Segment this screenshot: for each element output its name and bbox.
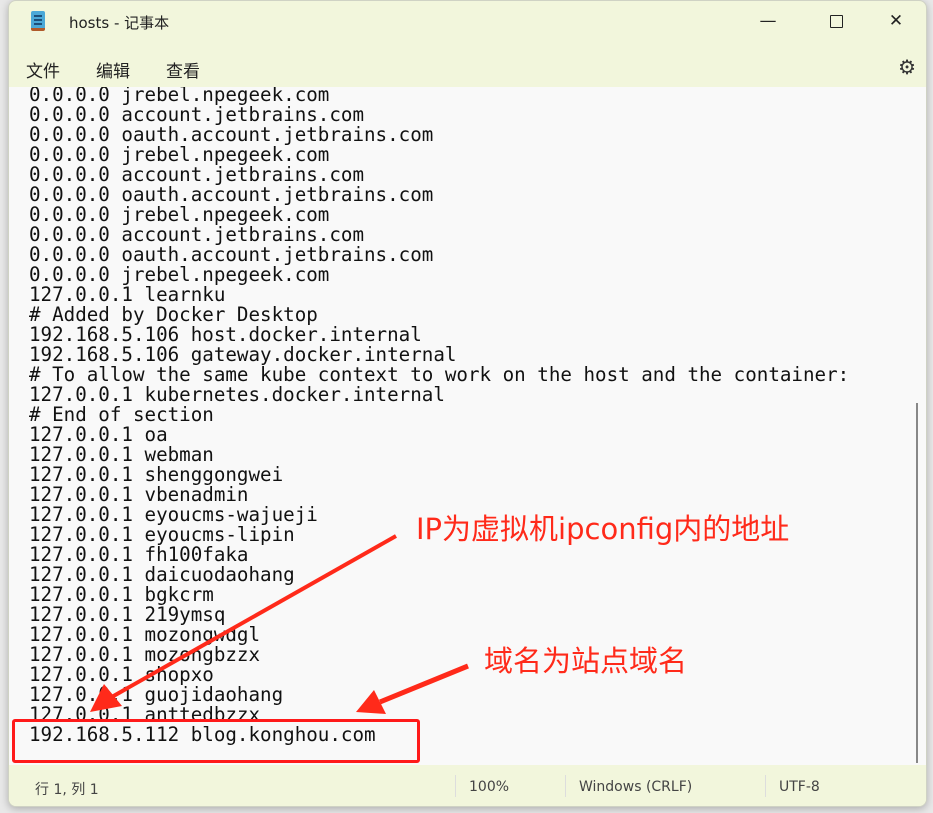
domain-arrow — [379, 663, 469, 705]
ip-arrow — [109, 534, 397, 700]
annotation-arrows — [90, 534, 469, 714]
ip-arrowhead — [90, 684, 122, 712]
